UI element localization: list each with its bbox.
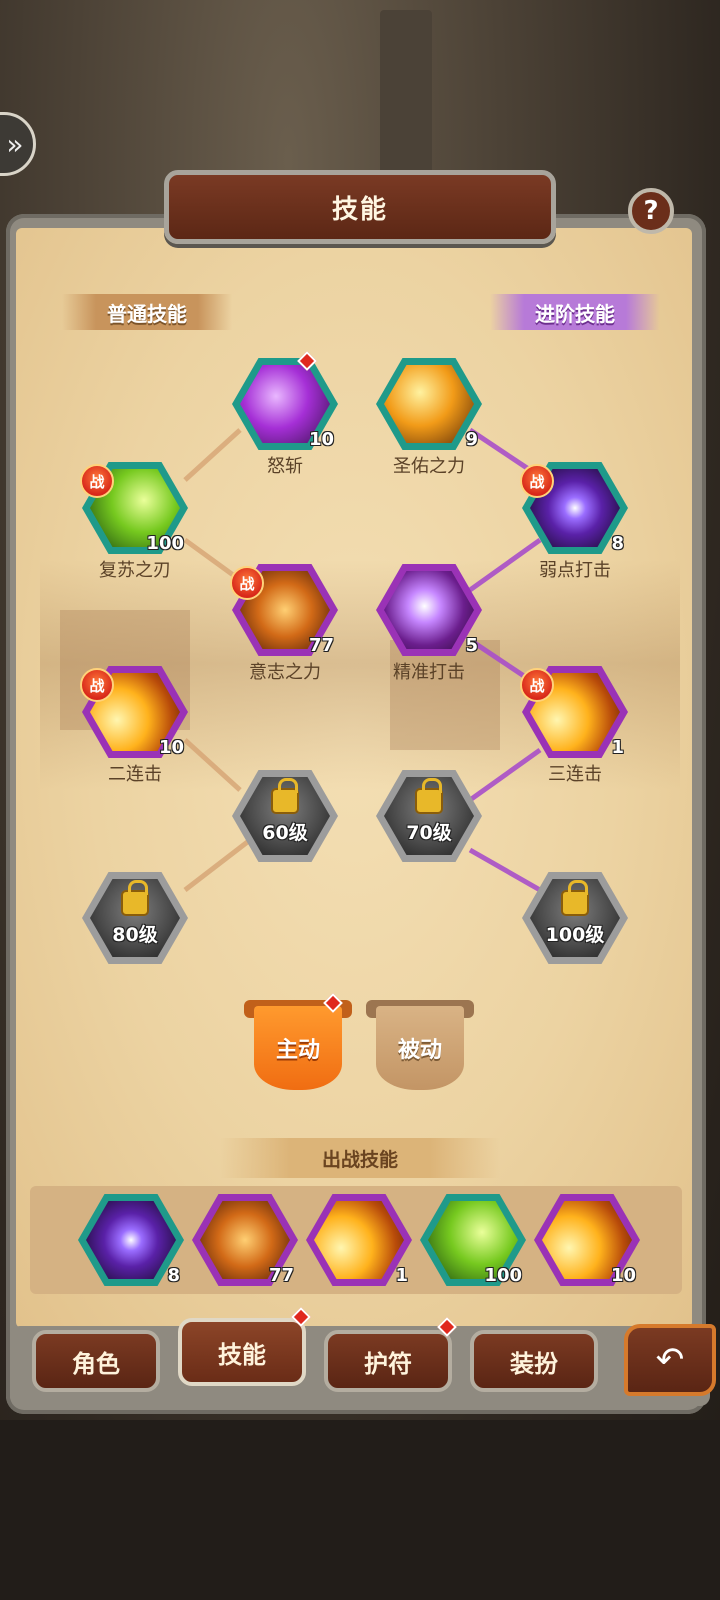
skill-level: 9	[465, 429, 478, 450]
battle-skill-slot-2[interactable]: 77	[192, 1194, 298, 1286]
nav-skill-label: 技能	[218, 1340, 266, 1369]
battle-skill-slot-3[interactable]: 1	[306, 1194, 412, 1286]
skill-name: 三连击	[548, 764, 602, 785]
skill-level: 77	[308, 635, 334, 656]
lock-icon	[271, 778, 299, 814]
nav-role-button[interactable]: 角色	[32, 1330, 160, 1392]
ruins-house	[390, 640, 500, 750]
skill-level: 77	[268, 1265, 294, 1286]
locked-skill-node-60[interactable]: 60级	[232, 770, 338, 862]
lock-icon	[121, 880, 149, 916]
battle-skill-slot-4[interactable]: 100	[420, 1194, 526, 1286]
skill-name: 圣佑之力	[393, 456, 465, 477]
locked-skill-node-100[interactable]: 100级	[522, 872, 628, 964]
unlock-level: 70级	[406, 822, 452, 844]
battle-skills-title-text: 出战技能	[321, 1148, 398, 1171]
battle-skill-slot-5[interactable]: 10	[534, 1194, 640, 1286]
nav-role-label: 角色	[72, 1349, 120, 1378]
skill-level: 10	[308, 429, 334, 450]
battle-badge-icon: 战	[80, 668, 114, 702]
skill-node-fusu[interactable]: 100 战 复苏之刃	[80, 462, 188, 581]
back-arrow-icon: ↶	[655, 1340, 685, 1380]
battle-badge-icon: 战	[520, 464, 554, 498]
skill-name: 复苏之刃	[99, 560, 171, 581]
tab-normal-skills[interactable]: 普通技能	[62, 294, 232, 330]
skill-node-sanlianji[interactable]: 1 战 三连击	[520, 666, 628, 785]
help-button[interactable]: ?	[628, 188, 674, 234]
title-banner: 技能	[164, 170, 556, 244]
background-bottom	[0, 1420, 720, 1600]
help-icon: ?	[643, 196, 659, 226]
skill-level: 100	[146, 533, 184, 554]
battle-badge-icon: 战	[230, 566, 264, 600]
background-tower	[380, 10, 432, 190]
tab-normal-skills-label: 普通技能	[107, 301, 187, 326]
skill-name: 精准打击	[393, 662, 465, 683]
skill-level: 5	[465, 635, 478, 656]
tab-advanced-skills[interactable]: 进阶技能	[490, 294, 660, 330]
skill-level: 10	[158, 737, 184, 758]
skill-node-shengyou[interactable]: 9 圣佑之力	[376, 358, 482, 477]
tab-active-skills[interactable]: 主动	[254, 1006, 342, 1090]
lock-icon	[561, 880, 589, 916]
nav-amulet-button[interactable]: 护符	[324, 1330, 452, 1392]
locked-skill-node-70[interactable]: 70级	[376, 770, 482, 862]
skill-level: 8	[611, 533, 624, 554]
skill-level: 100	[484, 1265, 522, 1286]
skill-node-jingzhun[interactable]: 5 精准打击	[376, 564, 482, 683]
battle-badge-icon: 战	[80, 464, 114, 498]
battle-badge-icon: 战	[520, 668, 554, 702]
skill-name: 怒斩	[267, 456, 303, 477]
skill-node-yizhi[interactable]: 77 战 意志之力	[230, 564, 338, 683]
battle-skills-title: 出战技能	[220, 1138, 500, 1178]
back-button[interactable]: ↶	[624, 1324, 716, 1396]
battle-skill-slot-1[interactable]: 8	[78, 1194, 184, 1286]
nav-amulet-label: 护符	[364, 1349, 412, 1378]
locked-skill-node-80[interactable]: 80级	[82, 872, 188, 964]
skill-name: 意志之力	[249, 662, 321, 683]
skill-level: 1	[395, 1265, 408, 1286]
skill-node-ruodian[interactable]: 8 战 弱点打击	[520, 462, 628, 581]
nav-skill-button[interactable]: 技能	[178, 1318, 306, 1386]
tab-active-label: 主动	[275, 1038, 320, 1063]
skill-name: 弱点打击	[539, 560, 611, 581]
double-chevron-icon: »	[6, 127, 24, 161]
nav-outfit-button[interactable]: 装扮	[470, 1330, 598, 1392]
lock-icon	[415, 778, 443, 814]
skill-node-erlianji[interactable]: 10 战 二连击	[80, 666, 188, 785]
skill-level: 1	[611, 737, 624, 758]
unlock-level: 80级	[112, 924, 158, 946]
skill-name: 二连击	[108, 764, 162, 785]
page-title: 技能	[331, 194, 388, 225]
unlock-level: 60级	[262, 822, 308, 844]
nav-outfit-label: 装扮	[510, 1349, 558, 1378]
tab-passive-skills[interactable]: 被动	[376, 1006, 464, 1090]
skill-node-nuzhan[interactable]: 10 怒斩	[232, 351, 338, 477]
skill-level: 8	[167, 1265, 180, 1286]
unlock-level: 100级	[545, 924, 605, 946]
tab-passive-label: 被动	[397, 1038, 442, 1063]
skill-level: 10	[610, 1265, 636, 1286]
tab-advanced-skills-label: 进阶技能	[535, 301, 615, 326]
